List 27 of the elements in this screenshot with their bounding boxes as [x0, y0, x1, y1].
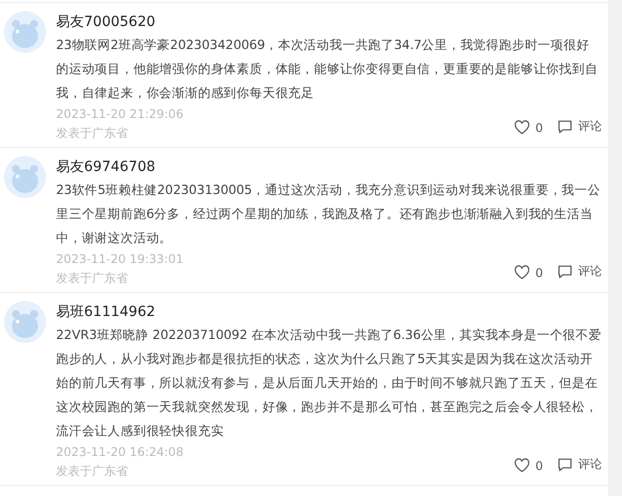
comment-text: 22VR3班郑晓静 202203710092 在本次活动中我一共跑了6.36公里，其实我本身是一个很不爱跑步的人，从小我对跑步都是很抗拒的状态，这次为什么只跑了5天其实是因为我在这次活动开始的前几天有事，所以就没有参与，是从后面几天开始的，由于时间不够就只跑了五天，但是在这次校园跑的第一天我就突然发现，好像，跑步并不是那么可怕，甚至跑完之后会令人很轻松，流汗会让人感到很轻快很充实 — [56, 326, 602, 440]
like-button[interactable]: 0 — [514, 120, 543, 135]
avatar-icon — [4, 156, 46, 198]
heart-icon — [514, 120, 530, 135]
comment-button[interactable]: 评论 — [557, 456, 602, 473]
avatar-icon — [4, 11, 46, 53]
user-name[interactable]: 易友69746708 — [56, 156, 602, 178]
location-text: 发表于广东省 — [56, 463, 129, 480]
heart-icon — [514, 458, 530, 473]
comment-text: 23物联网2班高学豪202303420069，本次活动我一共跑了34.7公里，我觉得跑步时一项很好的运动项目，他能增强你的身体素质，体能，能够让你变得更自信，更重要的是能够让你找到自我，自律起来，你会渐渐的感到你每天很充足 — [56, 36, 599, 102]
timestamp: 2023-11-20 16:24:08 — [56, 444, 184, 461]
location-text: 发表于广东省 — [56, 125, 129, 142]
comment-button[interactable]: 评论 — [557, 263, 602, 280]
speech-bubble-icon — [557, 119, 573, 134]
timestamp: 2023-11-20 21:29:06 — [56, 106, 184, 123]
speech-bubble-icon — [557, 457, 573, 472]
avatar-icon — [4, 301, 46, 343]
location-text: 发表于广东省 — [56, 270, 129, 287]
like-button[interactable]: 0 — [514, 458, 543, 473]
timestamp: 2023-11-20 19:33:01 — [56, 251, 184, 268]
heart-icon — [514, 265, 530, 280]
user-name[interactable]: 易班61114962 — [56, 301, 602, 323]
comment-text: 23软件5班赖柱健202303130005，通过这次活动，我充分意识到运动对我来说很重要，我一公里三个星期前跑6分多，经过两个星期的加练，我跑及格了。还有跑步也渐渐融入到我的生活当中，谢谢这次活动。 — [56, 181, 602, 247]
comment-button[interactable]: 评论 — [557, 118, 602, 135]
like-button[interactable]: 0 — [514, 265, 543, 280]
speech-bubble-icon — [557, 264, 573, 279]
user-name[interactable]: 易友70005620 — [56, 11, 602, 33]
